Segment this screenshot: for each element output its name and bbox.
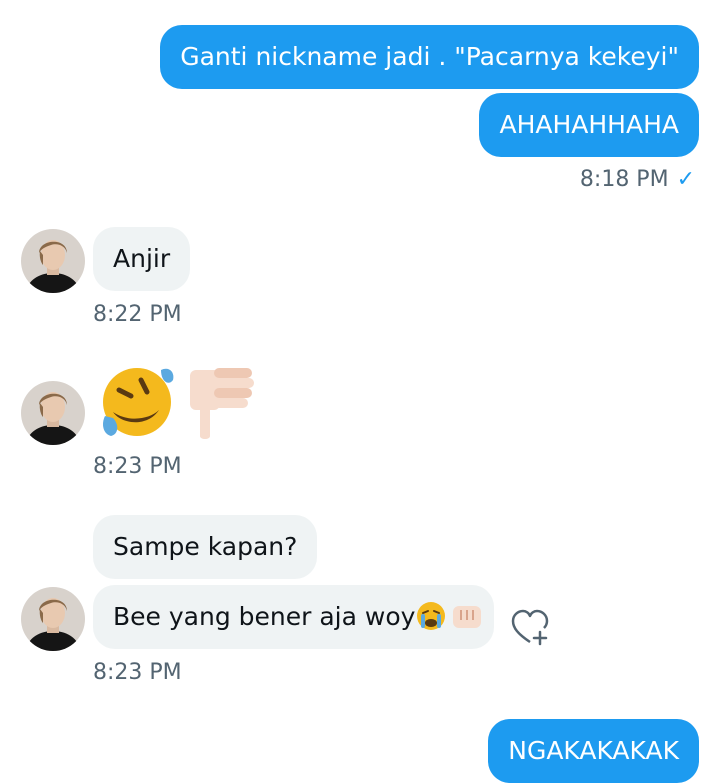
checkmark-icon: ✓ xyxy=(676,167,695,192)
incoming-message[interactable]: Bee yang bener aja woy xyxy=(93,585,494,649)
incoming-message[interactable]: Anjir xyxy=(93,227,191,291)
crying-face-emoji xyxy=(415,592,447,656)
outgoing-message[interactable]: Ganti nickname jadi . "Pacarnya kekeyi" xyxy=(160,25,699,89)
message-text: Bee yang bener aja woy xyxy=(113,602,416,631)
message-text: Sampe kapan? xyxy=(113,532,298,561)
heart-plus-icon[interactable] xyxy=(510,608,550,648)
avatar[interactable] xyxy=(21,229,85,293)
incoming-message[interactable]: Sampe kapan? xyxy=(93,515,318,579)
outgoing-message[interactable]: NGAKAKAKAK xyxy=(488,719,699,783)
message-timestamp: 8:23 PM xyxy=(93,454,182,479)
rolling-laughing-emoji xyxy=(97,362,177,446)
avatar[interactable] xyxy=(21,587,85,651)
message-text: Ganti nickname jadi . "Pacarnya kekeyi" xyxy=(180,42,679,71)
outgoing-message[interactable]: AHAHAHHAHA xyxy=(479,93,699,157)
oncoming-fist-emoji xyxy=(451,592,485,656)
avatar[interactable] xyxy=(21,381,85,445)
message-text: NGAKAKAKAK xyxy=(508,736,679,765)
message-timestamp: 8:22 PM xyxy=(93,302,182,327)
message-text: AHAHAHHAHA xyxy=(499,110,679,139)
message-timestamp: 8:23 PM xyxy=(93,660,182,685)
thumbs-down-emoji xyxy=(186,362,262,446)
message-text: Anjir xyxy=(113,244,171,273)
message-timestamp: 8:18 PM ✓ xyxy=(579,167,695,192)
dm-conversation: Ganti nickname jadi . "Pacarnya kekeyi" … xyxy=(0,0,719,783)
